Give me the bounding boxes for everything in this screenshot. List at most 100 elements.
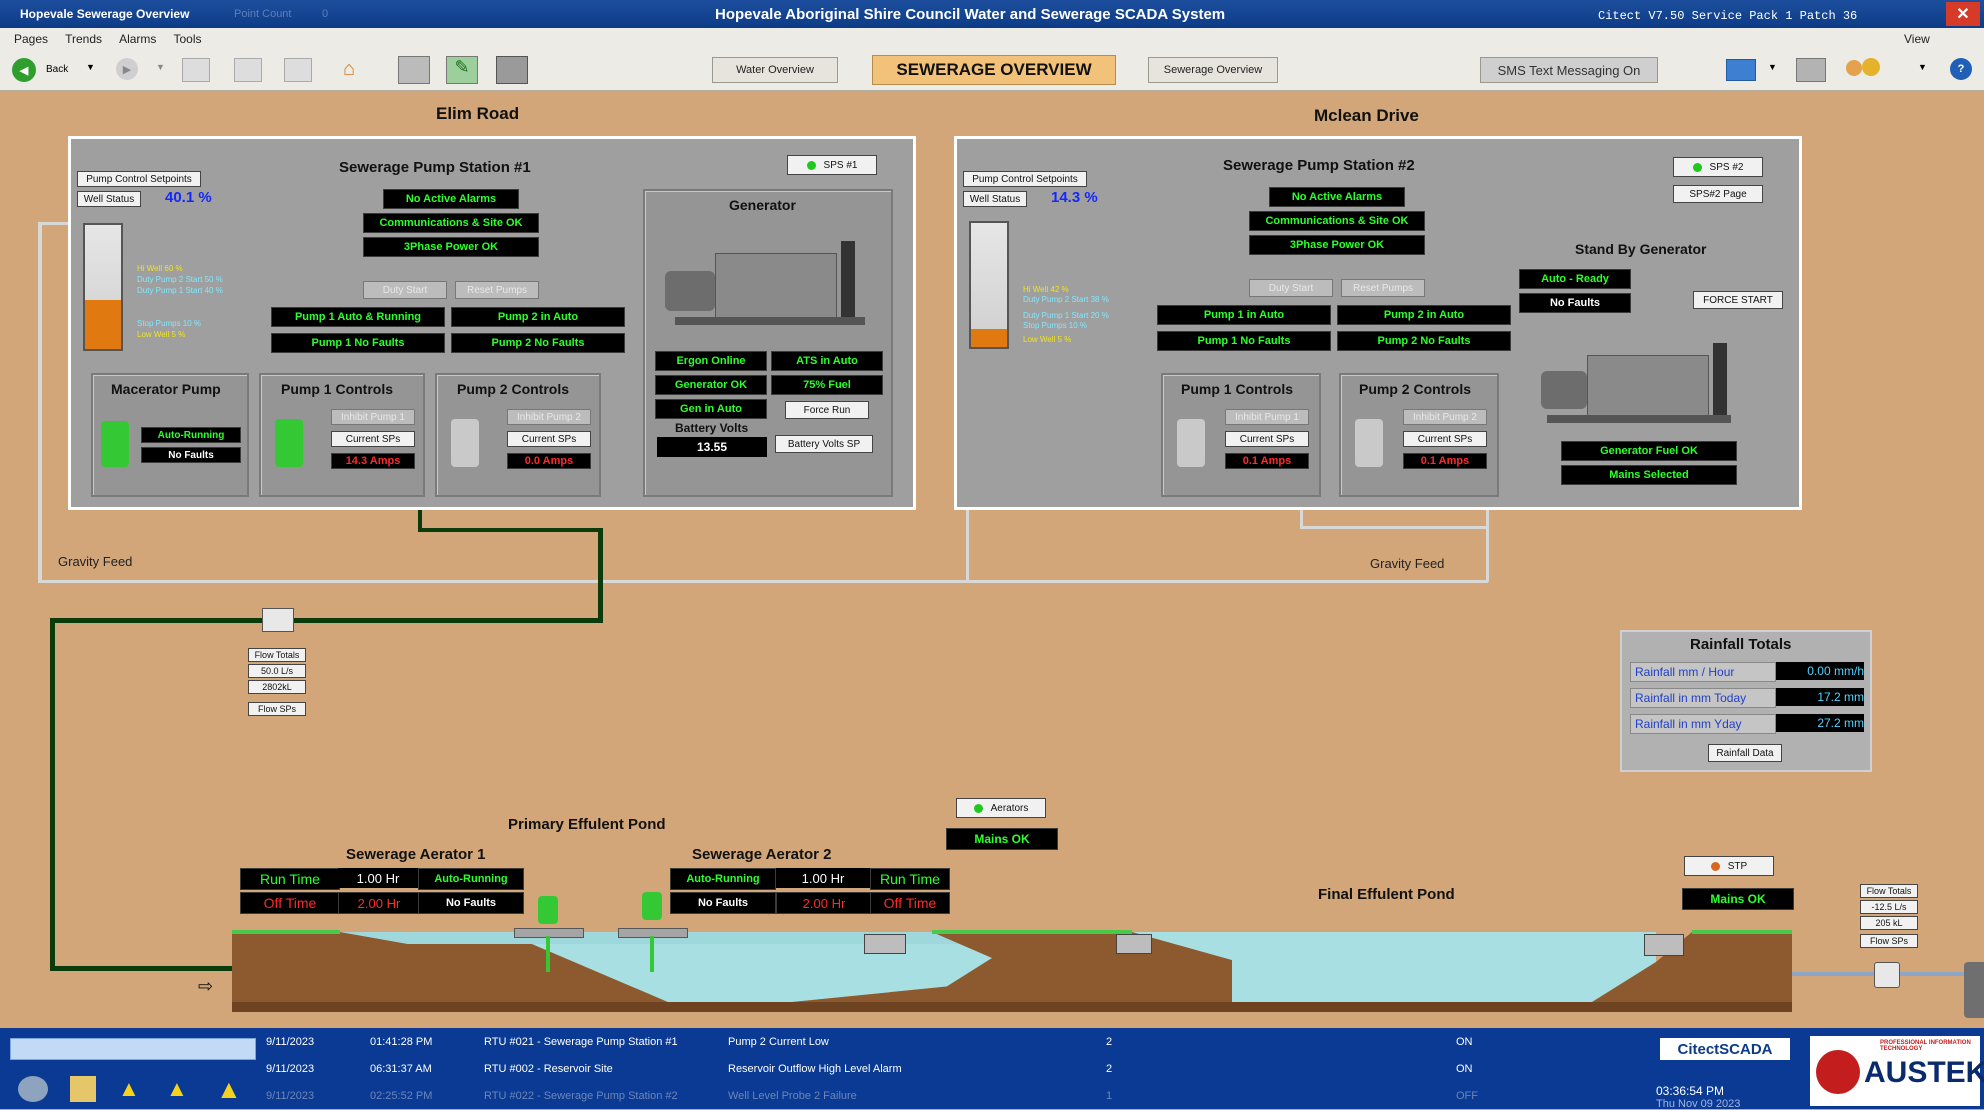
aerator2-title: Sewerage Aerator 2 [692,846,832,863]
home-icon[interactable]: ⌂ [336,58,362,80]
mclean-well-fill [971,329,1007,347]
menu-trends[interactable]: Trends [65,28,102,50]
mclean-pump1-sps-button[interactable]: Current SPs [1225,431,1309,447]
elim-site-title: Elim Road [436,104,520,123]
alarm-ack-icon[interactable]: ▲ [118,1076,148,1102]
aerator2-icon[interactable] [618,892,688,972]
menu-alarms[interactable]: Alarms [119,28,156,50]
mclean-level-stop: Stop Pumps 10 % [1023,321,1088,330]
elim-setpoints-button[interactable]: Pump Control Setpoints [77,171,201,187]
menu-tools[interactable]: Tools [173,28,201,50]
elim-gen-auto-status: Gen in Auto [655,399,767,419]
trend-dropdown-icon[interactable]: ▼ [1768,62,1777,72]
flow1-title: Flow Totals [248,648,306,662]
elim-pump1-sps-button[interactable]: Current SPs [331,431,415,447]
elim-duty-start-button[interactable]: Duty Start [363,281,447,299]
alarm-summary-icon[interactable] [70,1076,96,1102]
flow1-sps-button[interactable]: Flow SPs [248,702,306,716]
menu-view[interactable]: View [1904,28,1930,50]
rainfall-data-button[interactable]: Rainfall Data [1708,744,1782,762]
elim-sps-badge[interactable]: SPS #1 [787,155,877,175]
standby-faults-status: No Faults [1519,293,1631,313]
status-led-icon [1692,162,1702,172]
stp-badge[interactable]: STP [1684,856,1774,876]
mclean-site-title: Mclean Drive [1314,106,1419,125]
page-icon[interactable] [182,58,210,82]
warning-icon[interactable]: ▲ [216,1074,246,1104]
window-icon[interactable] [234,58,262,82]
rainfall-today-value: 17.2 mm [1776,688,1864,706]
elim-reset-pumps-button[interactable]: Reset Pumps [455,281,539,299]
mclean-reset-pumps-button[interactable]: Reset Pumps [1341,279,1425,297]
aerator1-title: Sewerage Aerator 1 [346,846,486,863]
forward-dropdown-icon[interactable]: ▼ [156,62,165,72]
forward-arrow-icon[interactable]: ▶ [116,58,138,80]
elim-pump2-sps-button[interactable]: Current SPs [507,431,591,447]
flow-meter-icon[interactable] [262,608,294,632]
elim-battery-sp-button[interactable]: Battery Volts SP [775,435,873,453]
printer-icon[interactable] [398,56,430,84]
grid-icon[interactable] [496,56,528,84]
alarm-time: 02:25:52 PM [370,1090,433,1102]
alarm-row[interactable]: 9/11/2023 02:25:52 PM RTU #022 - Sewerag… [258,1084,1638,1110]
elim-inhibit-pump1-button[interactable]: Inhibit Pump 1 [331,409,415,425]
back-arrow-icon[interactable]: ◀ [12,58,36,82]
standby-mains-status: Mains Selected [1561,465,1737,485]
elim-pump1-icon[interactable] [275,419,303,467]
outlet-meter-icon[interactable] [1874,962,1900,988]
standby-force-start-button[interactable]: FORCE START [1693,291,1783,309]
macerator-pump-icon[interactable] [101,421,129,467]
mclean-pump1-amps: 0.1 Amps [1225,453,1309,469]
elim-well-status-button[interactable]: Well Status [77,191,141,207]
alarm-state: ON [1456,1036,1473,1048]
water-overview-button[interactable]: Water Overview [712,57,838,83]
mclean-setpoints-button[interactable]: Pump Control Setpoints [963,171,1087,187]
austek-logo: PROFESSIONAL INFORMATION TECHNOLOGY AUST… [1810,1036,1984,1106]
mclean-inhibit-pump1-button[interactable]: Inhibit Pump 1 [1225,409,1309,425]
aerator2-state: Auto-Running [670,868,776,890]
user-dropdown-icon[interactable]: ▼ [1918,62,1927,72]
mclean-pump1-icon[interactable] [1177,419,1205,467]
rainfall-yday-value: 27.2 mm [1776,714,1864,732]
elim-inhibit-pump2-button[interactable]: Inhibit Pump 2 [507,409,591,425]
austek-logo-tagline: PROFESSIONAL INFORMATION TECHNOLOGY [1880,1040,1971,1052]
mclean-sps-badge[interactable]: SPS #2 [1673,157,1763,177]
print-icon[interactable] [1796,58,1826,82]
aerator1-icon[interactable] [514,896,584,976]
trend-icon[interactable] [1726,59,1756,81]
flow2-sps-button[interactable]: Flow SPs [1860,934,1918,948]
pen-icon[interactable]: ✎ [446,56,478,84]
alarm-disabled-icon[interactable]: ▲ [166,1076,196,1102]
mclean-duty-start-button[interactable]: Duty Start [1249,279,1333,297]
weir-icon [864,934,906,954]
menu-pages[interactable]: Pages [14,28,48,50]
aerator2-off-time: 2.00 Hr [776,892,872,914]
speaker-icon[interactable] [18,1076,48,1102]
back-label[interactable]: Back [46,64,68,75]
elim-pump2-title: Pump 2 Controls [457,381,570,397]
mclean-well-status-button[interactable]: Well Status [963,191,1027,207]
aerators-badge[interactable]: Aerators [956,798,1046,818]
mclean-pump2-sps-button[interactable]: Current SPs [1403,431,1487,447]
alarm-row[interactable]: 9/11/2023 01:41:28 PM RTU #021 - Sewerag… [258,1030,1638,1056]
screen-icon[interactable] [284,58,312,82]
elim-force-run-button[interactable]: Force Run [785,401,869,419]
alarm-filter-input[interactable] [10,1038,256,1060]
rainfall-hour-label: Rainfall mm / Hour [1630,662,1776,682]
alarm-description: Pump 2 Current Low [728,1036,829,1048]
mclean-sps-page-button[interactable]: SPS#2 Page [1673,185,1763,203]
mclean-gravity-feed: Gravity Feed [1370,556,1445,571]
close-button[interactable]: ✕ [1946,2,1980,26]
alarm-row[interactable]: 9/11/2023 06:31:37 AM RTU #002 - Reservo… [258,1057,1638,1083]
close-icon: ✕ [1956,6,1970,23]
sms-messaging-button[interactable]: SMS Text Messaging On [1480,57,1658,83]
back-dropdown-icon[interactable]: ▼ [86,62,95,72]
elim-pump2-icon[interactable] [451,419,479,467]
elim-station-title: Sewerage Pump Station #1 [339,159,531,176]
help-icon[interactable]: ? [1950,58,1972,80]
alarm-state: OFF [1456,1090,1478,1102]
mclean-inhibit-pump2-button[interactable]: Inhibit Pump 2 [1403,409,1487,425]
users-icon[interactable] [1846,56,1884,82]
mclean-pump2-icon[interactable] [1355,419,1383,467]
sewerage-overview-button[interactable]: Sewerage Overview [1148,57,1278,83]
